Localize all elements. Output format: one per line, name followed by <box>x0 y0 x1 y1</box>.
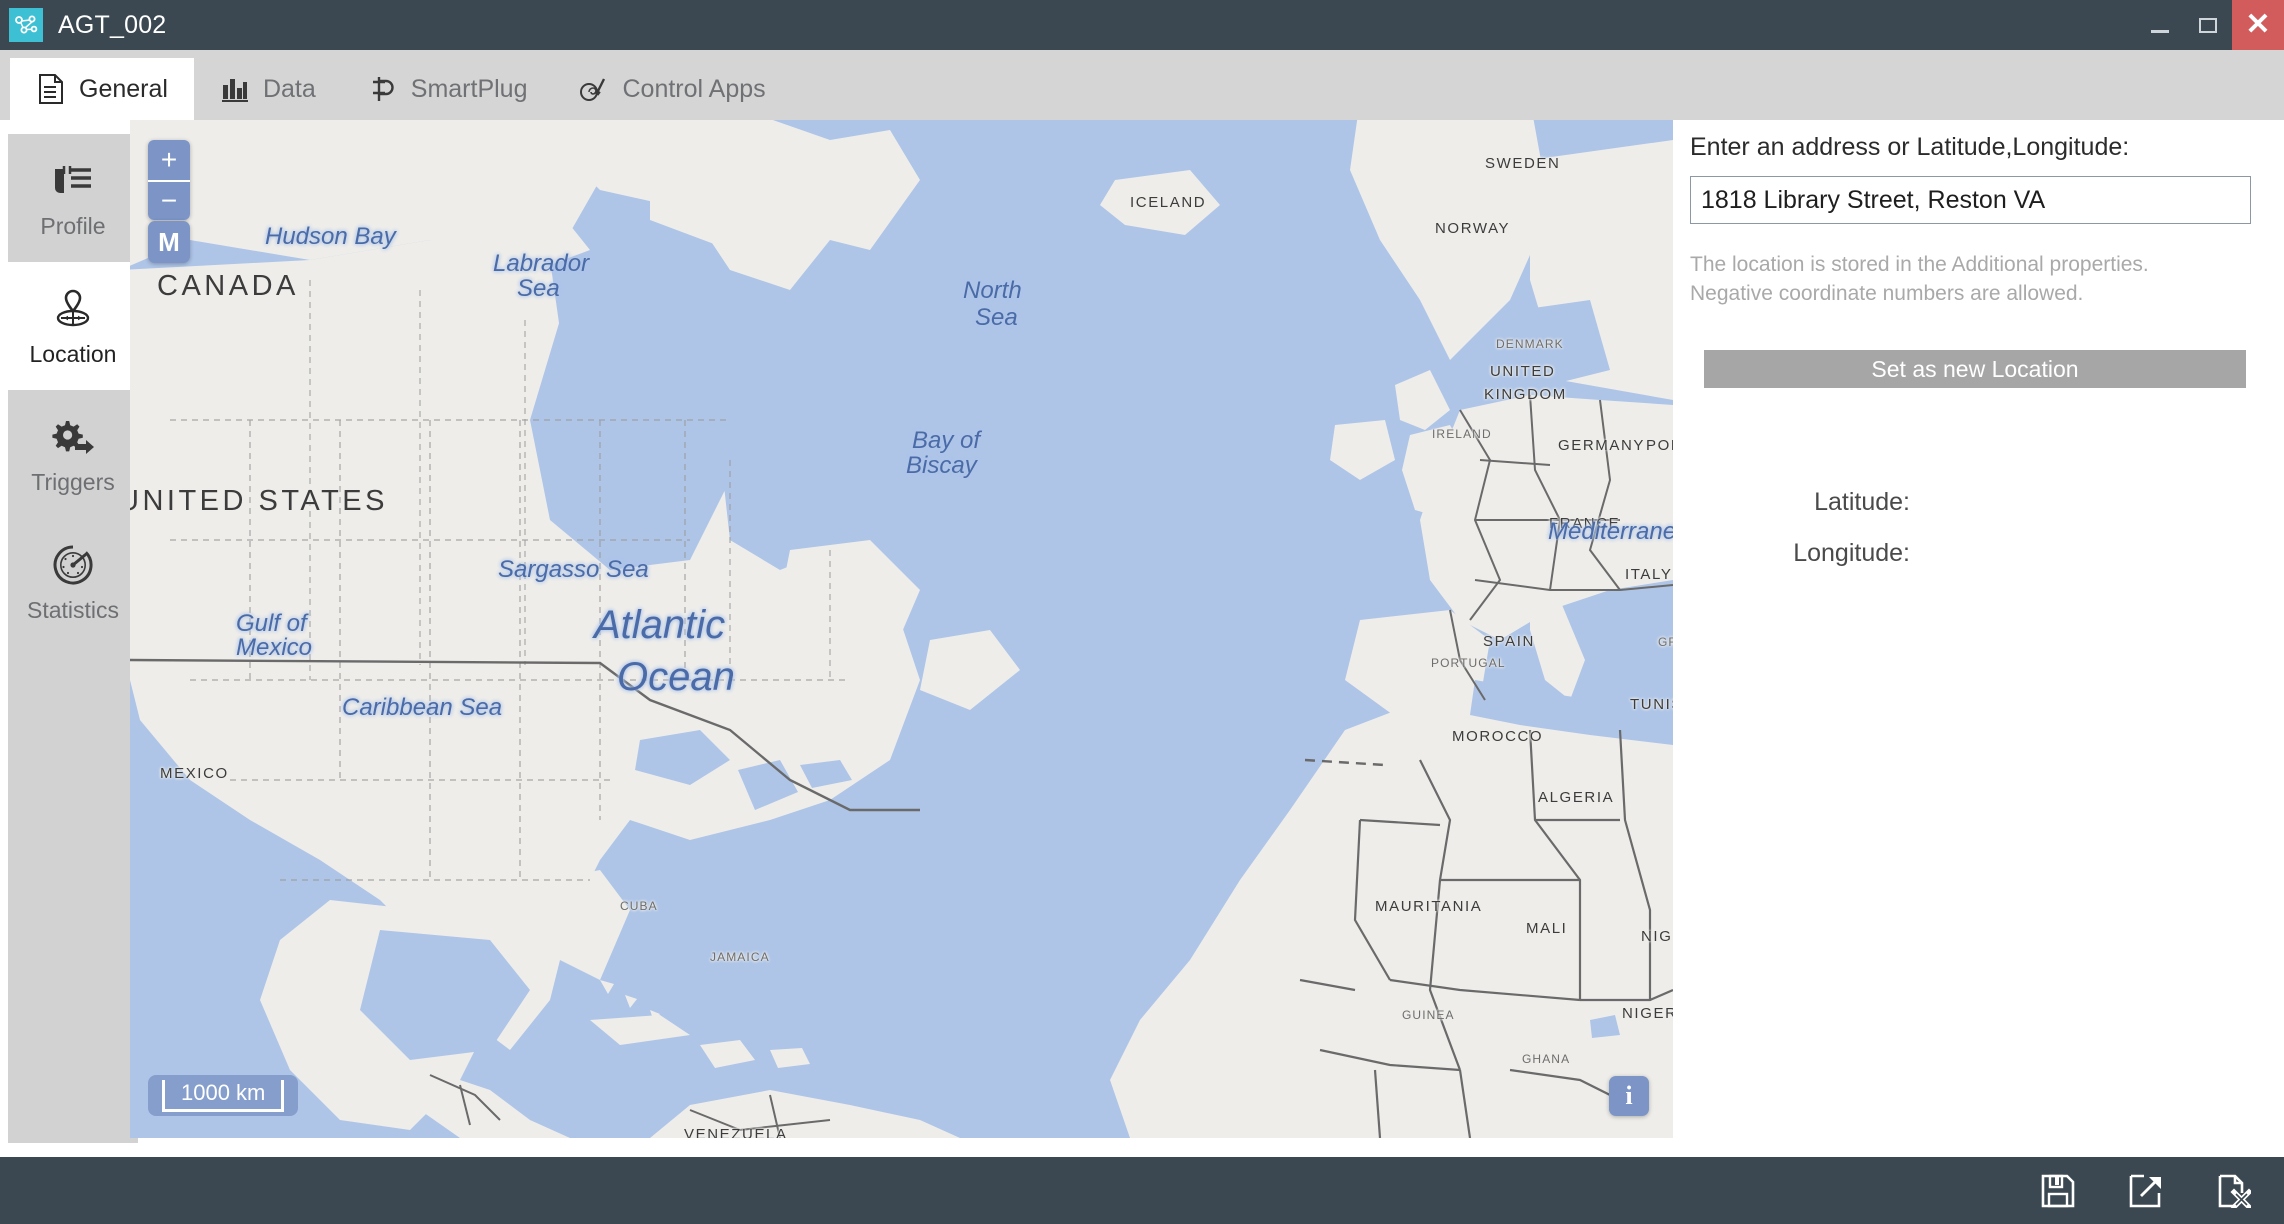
bar-chart-icon <box>220 74 250 104</box>
footer-toolbar <box>0 1157 2284 1224</box>
plug-icon <box>368 74 398 104</box>
minimize-button[interactable] <box>2136 0 2184 50</box>
tab-smartplug-label: SmartPlug <box>410 74 528 103</box>
map-info-button[interactable]: i <box>1609 1076 1649 1116</box>
tab-general[interactable]: General <box>10 58 194 120</box>
document-lines-icon <box>36 74 66 104</box>
sidebar-item-statistics-label: Statistics <box>26 597 120 623</box>
tab-smartplug[interactable]: SmartPlug <box>342 58 554 120</box>
helper-line-2: Negative coordinate numbers are allowed. <box>1690 282 2084 305</box>
map-scale-bar[interactable]: 1000 km <box>148 1075 299 1116</box>
tab-bar: General Data SmartPlug Control Apps <box>0 50 2284 120</box>
latitude-label: Latitude: <box>1814 488 1910 516</box>
tab-control-apps-label: Control Apps <box>622 74 766 103</box>
app-logo-icon <box>9 8 43 42</box>
tab-data-label: Data <box>262 74 316 103</box>
map-canvas <box>130 120 1673 1138</box>
sidebar-item-profile[interactable]: Profile <box>8 134 138 262</box>
sidebar-item-statistics[interactable]: Statistics <box>8 518 138 646</box>
window-title: AGT_002 <box>58 10 167 39</box>
sidebar-item-location-label: Location <box>29 341 117 367</box>
profile-list-icon <box>50 156 96 206</box>
longitude-label: Longitude: <box>1793 539 1910 567</box>
helper-line-1: The location is stored in the Additional… <box>1690 253 2149 276</box>
map-scale-bracket: 1000 km <box>162 1080 285 1112</box>
map-layer-button[interactable]: M <box>148 221 190 263</box>
sidebar-item-location[interactable]: Location <box>8 262 138 390</box>
delete-button[interactable] <box>2214 1171 2254 1211</box>
sidebar: Profile Location Triggers Statistics <box>8 134 138 1143</box>
minimize-icon <box>2151 29 2169 33</box>
sidebar-item-triggers-label: Triggers <box>31 469 115 495</box>
gear-arrow-icon <box>50 412 96 462</box>
maximize-icon <box>2199 17 2217 33</box>
whisk-icon <box>579 74 609 104</box>
address-helper-text: The location is stored in the Additional… <box>1690 250 2268 308</box>
tab-general-label: General <box>79 74 168 103</box>
maximize-button[interactable] <box>2184 0 2232 50</box>
window-controls: ✕ <box>2136 0 2284 50</box>
floppy-disk-icon <box>2041 1174 2075 1207</box>
map-zoom-controls: + − <box>148 140 190 220</box>
close-button[interactable]: ✕ <box>2232 0 2284 50</box>
address-input[interactable] <box>1690 176 2251 224</box>
map-scale-label: 1000 km <box>181 1080 266 1105</box>
sidebar-item-profile-label: Profile <box>40 213 106 239</box>
set-as-new-location-button[interactable]: Set as new Location <box>1704 350 2246 388</box>
export-arrow-icon <box>2129 1174 2161 1207</box>
zoom-out-button[interactable]: − <box>148 180 190 220</box>
export-button[interactable] <box>2126 1171 2166 1211</box>
title-bar: AGT_002 ✕ <box>0 0 2284 50</box>
tab-control-apps[interactable]: Control Apps <box>553 58 791 120</box>
map-view[interactable]: CANADA UNITED STATES MEXICO CUBA JAMAICA… <box>130 120 1673 1138</box>
sidebar-item-triggers[interactable]: Triggers <box>8 390 138 518</box>
address-label: Enter an address or Latitude,Longitude: <box>1690 133 2130 161</box>
content-area: Profile Location Triggers Statistics CAN… <box>0 120 2284 1157</box>
close-icon: ✕ <box>2245 8 2271 41</box>
longitude-row: Longitude: <box>1690 539 2268 568</box>
location-panel: Enter an address or Latitude,Longitude: … <box>1690 120 2268 1157</box>
latitude-row: Latitude: <box>1690 488 2268 517</box>
zoom-in-button[interactable]: + <box>148 140 190 180</box>
document-x-icon <box>2218 1174 2251 1208</box>
save-button[interactable] <box>2038 1171 2078 1211</box>
map-pin-icon <box>51 284 95 334</box>
speedometer-icon <box>52 540 94 590</box>
tab-data[interactable]: Data <box>194 58 342 120</box>
